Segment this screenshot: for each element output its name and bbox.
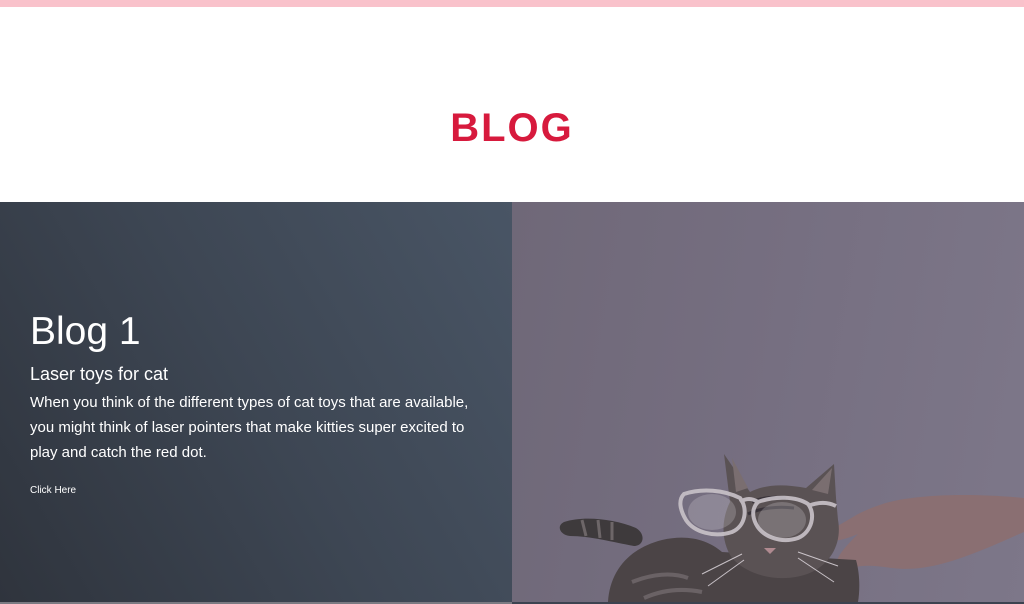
cat-with-glasses-image <box>559 454 1024 602</box>
blog-card: Blog 1 Laser toys for cat When you think… <box>0 202 512 602</box>
top-accent-bar <box>0 0 1024 7</box>
hand-shape <box>824 495 1024 570</box>
blog-photo <box>512 202 1024 602</box>
click-here-link[interactable]: Click Here <box>30 485 76 497</box>
blog-subtitle: Laser toys for cat <box>30 364 169 384</box>
page-title: BLOG <box>450 106 574 150</box>
cat-tail <box>559 518 643 546</box>
blog-body-text: When you think of the different types of… <box>30 394 469 461</box>
page-header: BLOG <box>0 7 1024 202</box>
blog-heading: Blog 1 <box>30 310 141 353</box>
